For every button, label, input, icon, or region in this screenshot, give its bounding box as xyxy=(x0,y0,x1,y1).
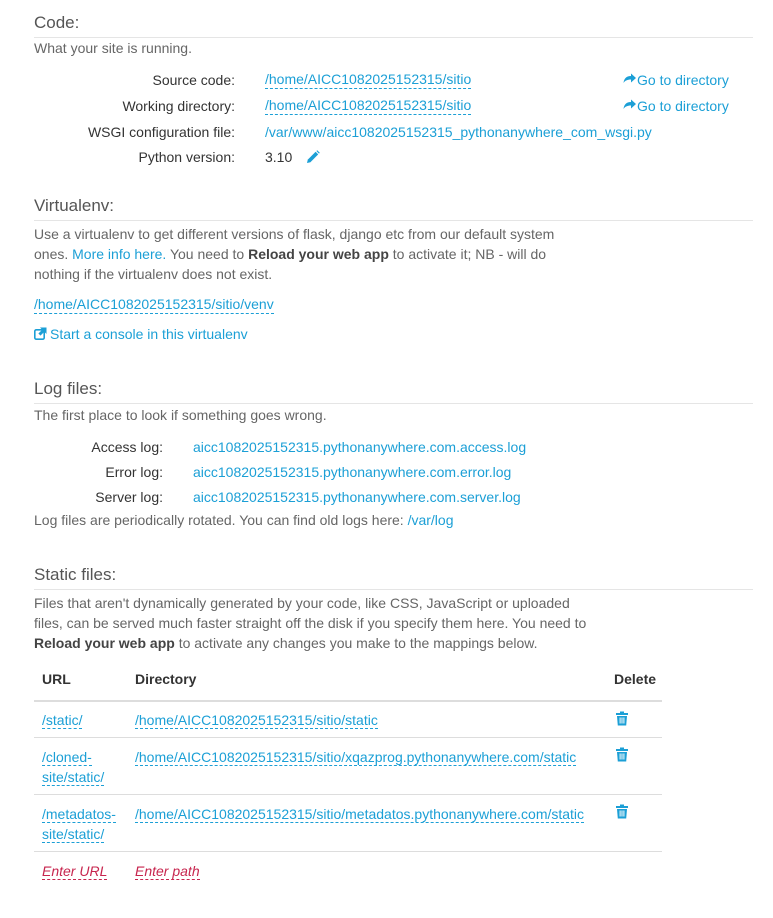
working-goto-label: Go to directory xyxy=(637,98,729,114)
log-rotation-note: Log files are periodically rotated. You … xyxy=(34,512,454,528)
virtualenv-path-link[interactable]: /home/AICC1082025152315/sitio/venv xyxy=(34,295,274,314)
static-directory-cell: /home/AICC1082025152315/sitio/metadatos.… xyxy=(135,804,585,824)
static-directory-link[interactable]: /home/AICC1082025152315/sitio/metadatos.… xyxy=(135,806,585,823)
enter-url-input[interactable]: Enter URL xyxy=(42,863,108,880)
virtualenv-description: Use a virtualenv to get different versio… xyxy=(34,224,590,284)
static-desc-text-2: to activate any changes you make to the … xyxy=(174,635,538,651)
working-goto-directory-link[interactable]: Go to directory xyxy=(623,96,729,116)
external-link-icon xyxy=(34,327,50,343)
access-log-label: Access log: xyxy=(91,439,163,455)
virtualenv-desc-text-2: You need to xyxy=(166,246,249,262)
error-log-row: Error log: aicc1082025152315.pythonanywh… xyxy=(34,462,753,482)
code-section-title: Code: xyxy=(34,13,753,38)
static-url-cell: /metadatos- site/static/ xyxy=(42,804,116,844)
static-directory-link[interactable]: /home/AICC1082025152315/sitio/xqazprog.p… xyxy=(135,749,577,766)
wsgi-file-link[interactable]: /var/www/aicc1082025152315_pythonanywher… xyxy=(265,122,652,142)
access-log-link[interactable]: aicc1082025152315.pythonanywhere.com.acc… xyxy=(193,437,526,457)
static-directory-cell: /home/AICC1082025152315/sitio/static xyxy=(135,710,378,730)
pencil-icon[interactable] xyxy=(306,149,320,169)
enter-path-cell: Enter path xyxy=(135,861,200,881)
static-desc-text-1: Files that aren't dynamically generated … xyxy=(34,595,587,631)
enter-path-input[interactable]: Enter path xyxy=(135,863,200,880)
source-code-label: Source code: xyxy=(152,72,236,88)
share-arrow-icon xyxy=(623,96,637,116)
python-version-value: 3.10 xyxy=(265,149,293,165)
python-version-row: Python version: 3.10 xyxy=(34,147,753,167)
start-console-label: Start a console in this virtualenv xyxy=(50,326,248,342)
static-url-link-line2[interactable]: site/static/ xyxy=(42,826,105,843)
static-mapping-row: /static/ /home/AICC1082025152315/sitio/s… xyxy=(34,700,662,739)
start-console-link[interactable]: Start a console in this virtualenv xyxy=(34,326,248,343)
var-log-link[interactable]: /var/log xyxy=(408,512,454,528)
log-files-section-title: Log files: xyxy=(34,379,753,404)
static-reload-text: Reload your web app xyxy=(34,635,175,651)
source-code-row: Source code: /home/AICC1082025152315/sit… xyxy=(34,70,753,90)
static-files-section-title: Static files: xyxy=(34,565,753,590)
static-directory-cell: /home/AICC1082025152315/sitio/xqazprog.p… xyxy=(135,747,577,767)
server-log-row: Server log: aicc1082025152315.pythonanyw… xyxy=(34,487,753,507)
column-header-directory: Directory xyxy=(135,671,197,687)
trash-icon[interactable] xyxy=(615,711,629,729)
working-directory-link[interactable]: /home/AICC1082025152315/sitio xyxy=(265,96,472,115)
log-rotation-text: Log files are periodically rotated. You … xyxy=(34,512,408,528)
static-url-cell: /cloned- site/static/ xyxy=(42,747,105,787)
source-code-link[interactable]: /home/AICC1082025152315/sitio xyxy=(265,70,472,89)
virtualenv-section-title: Virtualenv: xyxy=(34,196,753,221)
working-directory-row: Working directory: /home/AICC10820251523… xyxy=(34,96,753,116)
static-files-description: Files that aren't dynamically generated … xyxy=(34,593,600,653)
error-log-link[interactable]: aicc1082025152315.pythonanywhere.com.err… xyxy=(193,462,511,482)
virtualenv-more-info-link[interactable]: More info here. xyxy=(72,246,166,262)
static-url-link-line1[interactable]: /metadatos- xyxy=(42,806,116,823)
enter-url-cell: Enter URL xyxy=(42,861,108,881)
column-header-url: URL xyxy=(42,671,71,687)
server-log-label: Server log: xyxy=(95,489,163,505)
code-description: What your site is running. xyxy=(34,40,192,56)
static-table-header: URL Directory Delete xyxy=(34,671,662,701)
source-goto-directory-link[interactable]: Go to directory xyxy=(623,70,729,90)
static-mapping-row: /metadatos- site/static/ /home/AICC10820… xyxy=(34,794,662,852)
trash-icon[interactable] xyxy=(615,747,629,765)
source-goto-label: Go to directory xyxy=(637,72,729,88)
server-log-link[interactable]: aicc1082025152315.pythonanywhere.com.ser… xyxy=(193,487,521,507)
static-url-link-line1[interactable]: /cloned- xyxy=(42,749,92,766)
static-url-link-line2[interactable]: site/static/ xyxy=(42,769,105,786)
python-version-label: Python version: xyxy=(138,149,236,165)
virtualenv-reload-text: Reload your web app xyxy=(248,246,389,262)
working-directory-label: Working directory: xyxy=(122,98,235,114)
trash-icon[interactable] xyxy=(615,804,629,822)
error-log-label: Error log: xyxy=(105,464,163,480)
static-new-entry-row: Enter URL Enter path xyxy=(34,851,662,892)
column-header-delete: Delete xyxy=(614,671,657,687)
share-arrow-icon xyxy=(623,70,637,90)
log-files-description: The first place to look if something goe… xyxy=(34,407,327,423)
static-url-cell: /static/ xyxy=(42,710,83,730)
static-directory-link[interactable]: /home/AICC1082025152315/sitio/static xyxy=(135,712,378,729)
static-url-link[interactable]: /static/ xyxy=(42,712,83,729)
wsgi-file-row: WSGI configuration file: /var/www/aicc10… xyxy=(34,122,753,142)
access-log-row: Access log: aicc1082025152315.pythonanyw… xyxy=(34,437,753,457)
wsgi-file-label: WSGI configuration file: xyxy=(87,124,235,140)
static-mapping-row: /cloned- site/static/ /home/AICC10820251… xyxy=(34,737,662,795)
